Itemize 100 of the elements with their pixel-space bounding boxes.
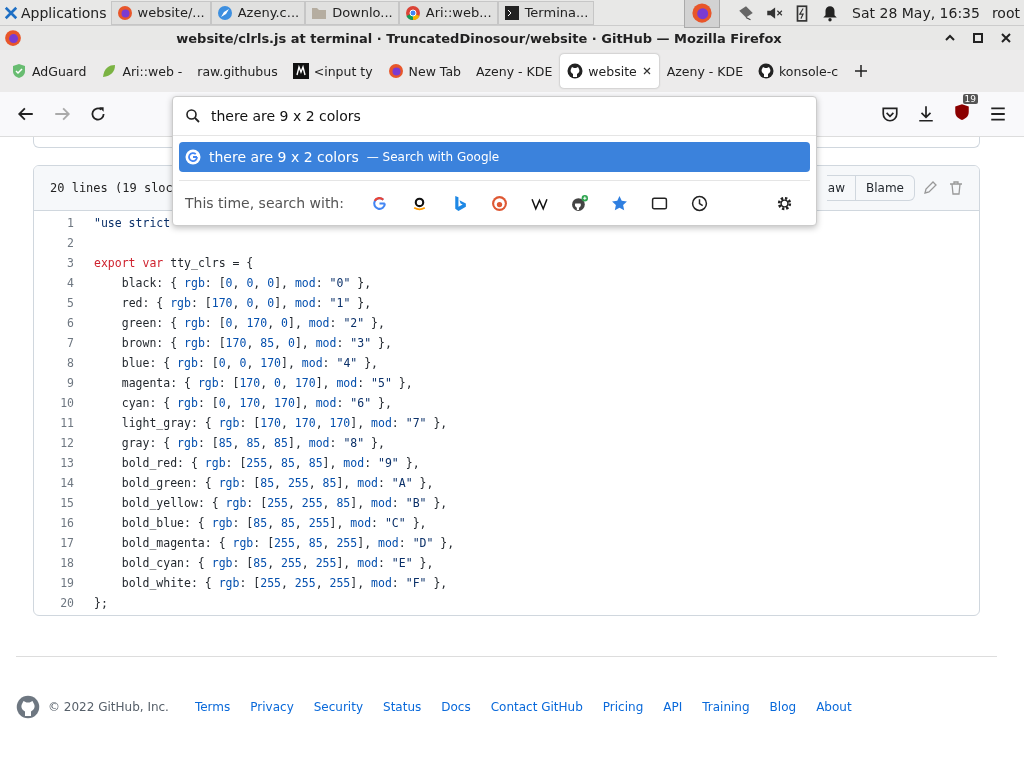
code-line: gray: { rgb: [85, 85, 85], mod: "8" }, xyxy=(120,436,385,450)
line-number: 15 xyxy=(59,496,75,510)
browser-tab[interactable]: Azeny - KDE xyxy=(659,54,751,88)
bell-icon[interactable] xyxy=(821,3,840,22)
footer-link[interactable]: About xyxy=(816,700,852,714)
google-icon xyxy=(185,149,201,165)
trash-icon[interactable] xyxy=(948,180,964,196)
firefox-icon xyxy=(387,63,404,79)
pocket-icon[interactable] xyxy=(881,105,899,123)
shield-icon[interactable] xyxy=(953,103,971,121)
github-add-icon[interactable] xyxy=(571,194,589,212)
extension-badge: 19 xyxy=(962,94,978,104)
copyright: © 2022 GitHub, Inc. xyxy=(48,700,169,714)
code-line: bold_green: { rgb: [85, 255, 85], mod: "A" }, xyxy=(120,476,434,490)
firefox-icon xyxy=(116,4,133,21)
taskbar-task[interactable]: Azeny.c... xyxy=(210,0,306,25)
line-number: 13 xyxy=(59,456,75,470)
footer-link[interactable]: Security xyxy=(313,700,363,714)
footer-link[interactable]: Terms xyxy=(194,700,231,714)
search-with-label: This time, search with: xyxy=(185,195,344,211)
code-line: blue: { rgb: [0, 0, 170], mod: "4" }, xyxy=(120,356,379,370)
taskbar-task[interactable]: Termina... xyxy=(497,0,595,25)
file-info: 20 lines (19 sloc xyxy=(50,181,173,195)
file-view-button[interactable]: aw xyxy=(826,175,856,201)
code-line: "use strict xyxy=(94,216,171,230)
line-number: 20 xyxy=(59,596,75,610)
footer-link[interactable]: Pricing xyxy=(602,700,644,714)
applications-menu[interactable]: Applications xyxy=(0,0,111,25)
pencil-icon[interactable] xyxy=(922,180,938,196)
line-number: 1 xyxy=(66,216,75,230)
url-field[interactable]: there are 9 x 2 colors xyxy=(209,107,804,125)
window-title: website/clrls.js at terminal · TruncatedDinosour/website · GitHub — Mozilla Firefox xyxy=(175,30,783,46)
code-line: bold_red: { rgb: [255, 85, 85], mod: "9" }, xyxy=(120,456,420,470)
taskbar-task[interactable]: website/... xyxy=(110,0,211,25)
line-number: 5 xyxy=(66,296,75,310)
code-line: bold_cyan: { rgb: [85, 255, 255], mod: "E" }, xyxy=(120,556,434,570)
maximize-icon[interactable] xyxy=(972,32,984,44)
code-line: green: { rgb: [0, 170, 0], mod: "2" }, xyxy=(120,316,385,330)
taskbar-task[interactable]: Downlo... xyxy=(305,0,399,25)
code-line: brown: { rgb: [170, 85, 0], mod: "3" }, xyxy=(120,336,392,350)
search-suggestion[interactable]: there are 9 x 2 colors — Search with Google xyxy=(179,142,810,172)
browser-tab[interactable]: Ari::web - xyxy=(94,54,190,88)
star-icon[interactable] xyxy=(611,194,629,212)
firefox-icon xyxy=(4,29,22,47)
code-line: bold_magenta: { rgb: [255, 85, 255], mod: "D" }, xyxy=(120,536,455,550)
line-number: 11 xyxy=(59,416,75,430)
code-line: magenta: { rgb: [170, 0, 170], mod: "5" }, xyxy=(120,376,413,390)
new-tab-icon[interactable] xyxy=(854,64,869,78)
clock-icon[interactable] xyxy=(691,194,709,212)
footer-link[interactable]: Contact GitHub xyxy=(490,700,583,714)
line-number: 6 xyxy=(66,316,75,330)
footer-link[interactable]: API xyxy=(663,700,683,714)
footer-link[interactable]: Status xyxy=(383,700,422,714)
code-line: }; xyxy=(94,596,108,610)
file-view-button[interactable]: Blame xyxy=(856,175,915,201)
clock[interactable]: Sat 28 May, 16:35 xyxy=(852,4,980,21)
browser-tab[interactable]: website xyxy=(560,54,659,88)
back-icon[interactable] xyxy=(17,105,35,123)
footer-link[interactable]: Blog xyxy=(769,700,797,714)
close-icon[interactable] xyxy=(641,66,652,76)
chrome-icon xyxy=(404,4,421,21)
tab-icon[interactable] xyxy=(651,194,669,212)
github-icon xyxy=(567,63,584,79)
settings-icon[interactable] xyxy=(775,194,793,212)
menu-icon[interactable] xyxy=(989,105,1007,123)
search-icon xyxy=(185,108,201,124)
google-icon[interactable] xyxy=(371,194,389,212)
footer-link[interactable]: Training xyxy=(702,700,750,714)
browser-tab[interactable]: AdGuard xyxy=(4,54,94,88)
reload-icon[interactable] xyxy=(89,105,107,123)
code-line: bold_white: { rgb: [255, 255, 255], mod: "F" }, xyxy=(120,576,448,590)
terminal-icon xyxy=(503,4,520,21)
footer-link[interactable]: Privacy xyxy=(250,700,294,714)
browser-tab[interactable]: <input ty xyxy=(285,54,380,88)
code-line: cyan: { rgb: [0, 170, 170], mod: "6" }, xyxy=(120,396,392,410)
close-icon[interactable] xyxy=(1000,32,1012,44)
browser-tab[interactable]: New Tab xyxy=(380,54,468,88)
footer-link[interactable]: Docs xyxy=(441,700,471,714)
taskbar-task[interactable]: Ari::web... xyxy=(398,0,498,25)
line-number: 14 xyxy=(59,476,75,490)
browser-tab[interactable]: raw.githubus xyxy=(190,54,285,88)
line-number: 3 xyxy=(66,256,75,270)
shield-icon xyxy=(11,63,27,79)
firefox-icon[interactable] xyxy=(684,0,721,28)
line-number: 19 xyxy=(59,576,75,590)
line-number: 18 xyxy=(59,556,75,570)
download-icon[interactable] xyxy=(917,105,935,123)
code-line: bold_yellow: { rgb: [255, 255, 85], mod: "B" }, xyxy=(120,496,448,510)
code-line: light_gray: { rgb: [170, 170, 170], mod: "7" }, xyxy=(120,416,448,430)
browser-tab[interactable]: Azeny - KDE xyxy=(469,54,560,88)
github-logo-icon[interactable] xyxy=(16,695,40,719)
line-number: 4 xyxy=(66,276,75,290)
code-line: black: { rgb: [0, 0, 0], mod: "0" }, xyxy=(120,276,372,290)
user-name[interactable]: root xyxy=(991,4,1020,21)
line-number: 17 xyxy=(59,536,75,550)
line-number: 10 xyxy=(59,396,75,410)
leaf-icon xyxy=(101,63,118,79)
compass-icon xyxy=(216,4,233,21)
browser-tab[interactable]: konsole-c xyxy=(751,54,846,88)
logo-icon xyxy=(292,63,309,79)
